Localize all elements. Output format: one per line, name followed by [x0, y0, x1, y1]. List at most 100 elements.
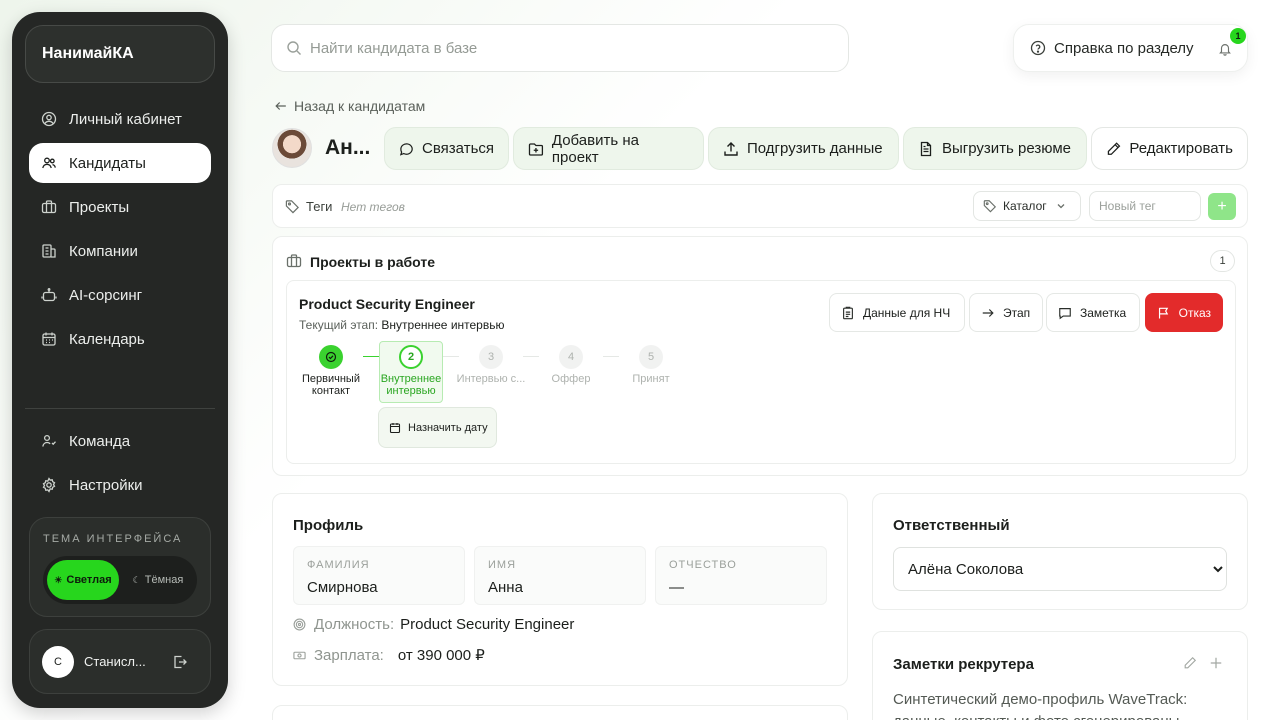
- search-icon: [287, 41, 301, 55]
- candidate-search: [271, 24, 849, 72]
- schedule-date-label: Назначить дату: [408, 421, 488, 434]
- notes-title: Заметки рекрутера: [893, 656, 1034, 673]
- sidebar-item-profile[interactable]: Личный кабинет: [29, 99, 211, 139]
- sidebar: НанимайКА Личный кабинет Кандидаты Проек…: [12, 12, 228, 708]
- theme-light-option[interactable]: ☀ Светлая: [47, 560, 119, 600]
- briefcase-icon: [286, 254, 302, 268]
- sidebar-item-candidates[interactable]: Кандидаты: [29, 143, 211, 183]
- step-number: 4: [559, 345, 583, 369]
- upload-icon: [724, 141, 738, 156]
- pencil-icon[interactable]: [1183, 656, 1197, 670]
- sidebar-item-team[interactable]: Команда: [29, 421, 211, 461]
- calendar-icon: [42, 332, 56, 346]
- stage-button[interactable]: Этап: [969, 293, 1043, 332]
- new-tag-input[interactable]: [1089, 191, 1201, 221]
- sidebar-item-label: Личный кабинет: [69, 110, 182, 128]
- sidebar-item-projects[interactable]: Проекты: [29, 187, 211, 227]
- step-label: Первичный контакт: [302, 373, 360, 397]
- responsible-select[interactable]: Алёна Соколова: [893, 547, 1227, 591]
- add-tag-button[interactable]: +: [1208, 193, 1236, 220]
- step-number: 5: [639, 345, 663, 369]
- project-current-stage: Текущий этап: Внутреннее интервью: [299, 318, 504, 332]
- note-button[interactable]: Заметка: [1046, 293, 1140, 332]
- tag-icon: [983, 200, 997, 213]
- sidebar-item-calendar[interactable]: Календарь: [29, 319, 211, 359]
- theme-dark-option[interactable]: ☾ Тёмная: [123, 560, 193, 600]
- reject-button[interactable]: Отказ: [1145, 293, 1223, 332]
- sidebar-item-label: Настройки: [69, 476, 143, 494]
- next-section-card: [272, 705, 848, 720]
- sidebar-item-label: Команда: [69, 432, 131, 450]
- theme-title: ТЕМА ИНТЕРФЕЙСА: [43, 533, 183, 545]
- target-icon: [293, 618, 306, 631]
- brand-logo[interactable]: НанимайКА: [25, 25, 215, 83]
- theme-dark-label: Тёмная: [144, 574, 184, 586]
- sidebar-item-label: Проекты: [69, 198, 130, 216]
- schedule-date-button[interactable]: Назначить дату: [378, 407, 497, 448]
- project-title[interactable]: Product Security Engineer: [299, 296, 475, 312]
- client-data-button[interactable]: Данные для НЧ: [829, 293, 965, 332]
- tag-icon: [285, 200, 299, 214]
- last-name-field: ФАМИЛИЯ Смирнова: [293, 546, 465, 605]
- help-link[interactable]: Справка по разделу: [1054, 40, 1194, 57]
- add-to-project-label: Добавить на проект: [551, 131, 639, 166]
- document-icon: [920, 141, 932, 156]
- step-label: Внутреннее интервью: [380, 373, 442, 397]
- upload-data-button[interactable]: Подгрузить данные: [708, 127, 899, 170]
- position-value: Product Security Engineer: [400, 616, 575, 633]
- gear-icon: [42, 477, 56, 493]
- chevron-down-icon: [1057, 204, 1065, 209]
- user-name: Станисл...: [84, 654, 146, 669]
- stage-prefix: Текущий этап:: [299, 318, 379, 332]
- catalog-label: Каталог: [1003, 199, 1047, 213]
- candidate-name: Ан...: [325, 136, 371, 159]
- field-value: Смирнова: [307, 579, 378, 596]
- notes-text: Синтетический демо-профиль WaveTrack: да…: [893, 691, 1188, 720]
- export-resume-button[interactable]: Выгрузить резюме: [903, 127, 1087, 170]
- tags-bar: Теги Нет тегов Каталог +: [272, 184, 1248, 228]
- main-nav: Личный кабинет Кандидаты Проекты Компани…: [29, 99, 211, 363]
- step-number: 2: [399, 345, 423, 369]
- profile-card: Профиль ФАМИЛИЯ Смирнова ИМЯ Анна ОТЧЕСТ…: [272, 493, 848, 686]
- sidebar-item-settings[interactable]: Настройки: [29, 465, 211, 505]
- sidebar-item-label: Кандидаты: [69, 154, 146, 172]
- projects-card: Проекты в работе 1 Product Security Engi…: [272, 236, 1248, 476]
- user-circle-icon: [41, 111, 57, 127]
- export-resume-label: Выгрузить резюме: [942, 140, 1072, 157]
- search-input[interactable]: [310, 39, 810, 57]
- project-item: Product Security Engineer Текущий этап: …: [286, 280, 1236, 464]
- pipeline-step-1[interactable]: Первичный контакт: [291, 345, 371, 397]
- field-label: ИМЯ: [488, 559, 517, 571]
- moon-icon: ☾: [132, 574, 141, 585]
- current-user: С Станисл...: [29, 629, 211, 694]
- pipeline-step-4[interactable]: 4 Оффер: [531, 345, 611, 385]
- step-label: Оффер: [551, 373, 591, 385]
- add-to-project-button[interactable]: Добавить на проект: [513, 127, 704, 170]
- pipeline-step-5[interactable]: 5 Принят: [611, 345, 691, 385]
- help-bar: Справка по разделу 1: [1013, 24, 1248, 72]
- bell-icon[interactable]: [1218, 42, 1232, 56]
- theme-panel: ТЕМА ИНТЕРФЕЙСА ☀ Светлая ☾ Тёмная: [29, 517, 211, 617]
- sidebar-item-label: AI-сорсинг: [69, 286, 143, 304]
- position-row: Должность: Product Security Engineer: [293, 616, 574, 633]
- plus-icon[interactable]: [1209, 656, 1223, 670]
- team-icon: [42, 434, 56, 447]
- middle-name-field: ОТЧЕСТВО —: [655, 546, 827, 605]
- tag-catalog-dropdown[interactable]: Каталог: [973, 191, 1081, 221]
- contact-button[interactable]: Связаться: [384, 127, 509, 170]
- sidebar-item-label: Календарь: [69, 330, 145, 348]
- help-icon: [1030, 40, 1046, 56]
- logout-icon[interactable]: [172, 654, 188, 670]
- pipeline-step-2[interactable]: 2 Внутреннее интервью: [371, 345, 451, 397]
- secondary-nav: Команда Настройки: [29, 421, 211, 509]
- tags-label: Теги: [306, 199, 333, 214]
- field-label: ОТЧЕСТВО: [669, 559, 737, 571]
- edit-button[interactable]: Редактировать: [1091, 127, 1248, 170]
- edit-label: Редактировать: [1129, 140, 1233, 157]
- back-link[interactable]: Назад к кандидатам: [274, 97, 425, 115]
- pipeline-step-3[interactable]: 3 Интервью с...: [451, 345, 531, 385]
- avatar[interactable]: С: [42, 645, 74, 678]
- sidebar-item-ai-sourcing[interactable]: AI-сорсинг: [29, 275, 211, 315]
- sidebar-item-companies[interactable]: Компании: [29, 231, 211, 271]
- flag-icon: [1158, 307, 1169, 319]
